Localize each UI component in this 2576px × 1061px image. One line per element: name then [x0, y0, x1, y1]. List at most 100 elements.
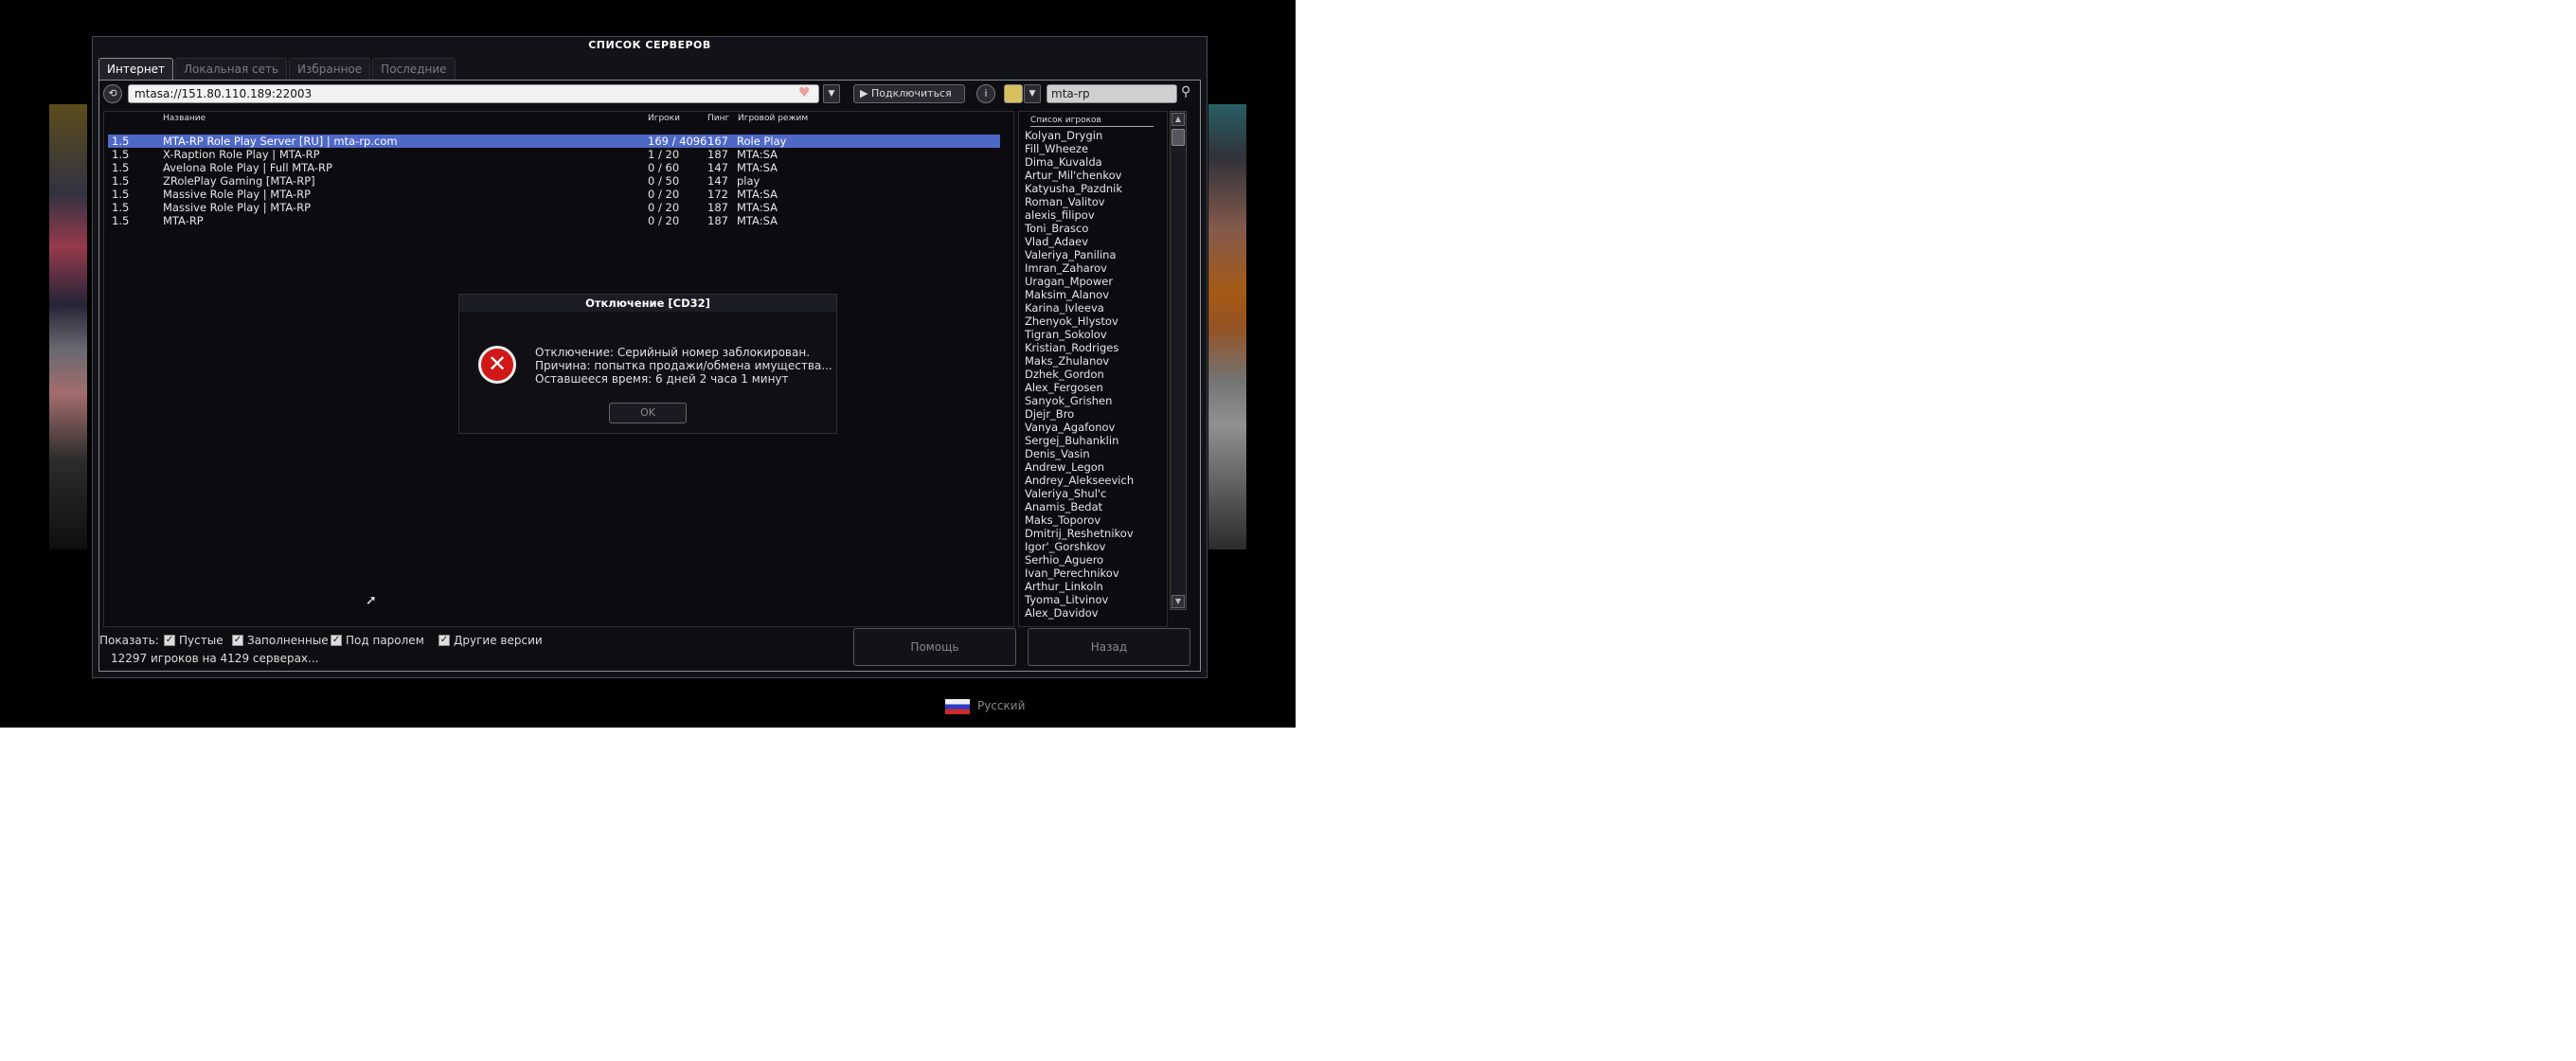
player-list-item[interactable]: Serhio_Aguero	[1025, 553, 1157, 566]
player-list-item[interactable]: Dmitrij_Reshetnikov	[1025, 527, 1157, 540]
server-players: 0 / 60	[648, 161, 680, 174]
player-list-item[interactable]: Ivan_Perechnikov	[1025, 566, 1157, 580]
server-version: 1.5	[112, 148, 130, 161]
dialog-title: Отключение [CD32]	[459, 295, 836, 312]
server-ping: 147	[707, 174, 728, 188]
player-list-item[interactable]: Valeriya_Shul'c	[1025, 487, 1157, 500]
player-list-item[interactable]: Uragan_Mpower	[1025, 275, 1157, 288]
server-players: 0 / 20	[648, 201, 680, 214]
checkbox-locked[interactable]: ✓	[331, 635, 342, 646]
player-list-item[interactable]: Fill_Wheeze	[1025, 142, 1157, 155]
game-background: СПИСОК СЕРВЕРОВ Интернет Локальная сеть …	[0, 0, 1296, 728]
tab-local-network[interactable]: Локальная сеть	[175, 58, 288, 80]
server-version: 1.5	[112, 188, 130, 201]
player-list-item[interactable]: Artur_Mil'chenkov	[1025, 169, 1157, 182]
player-list-item[interactable]: Toni_Brasco	[1025, 222, 1157, 235]
player-list-item[interactable]: Sergej_Buhanklin	[1025, 434, 1157, 447]
refresh-icon[interactable]: ⟲	[103, 84, 122, 103]
tab-favourites[interactable]: Избранное	[289, 58, 371, 80]
tab-internet[interactable]: Интернет	[98, 58, 174, 80]
help-button[interactable]: Помощь	[853, 628, 1016, 666]
player-list-item[interactable]: Andrew_Legon	[1025, 460, 1157, 474]
play-icon: ▶	[860, 87, 868, 99]
tab-bar: Интернет Локальная сеть Избранное Послед…	[98, 58, 456, 80]
player-list-item[interactable]: Arthur_Linkoln	[1025, 580, 1157, 593]
player-list-item[interactable]: Sanyok_Grishen	[1025, 394, 1157, 407]
address-input[interactable]: mtasa://151.80.110.189:22003	[128, 84, 819, 103]
scroll-down-icon[interactable]: ▼	[1172, 595, 1185, 608]
checkbox-other-versions-label[interactable]: Другие версии	[454, 634, 543, 647]
back-button[interactable]: Назад	[1028, 628, 1190, 666]
player-list-item[interactable]: Kristian_Rodriges	[1025, 341, 1157, 354]
player-list-item[interactable]: Vlad_Adaev	[1025, 235, 1157, 248]
server-version: 1.5	[112, 161, 130, 174]
player-list[interactable]: Список игроков Kolyan_Drygin Fill_Wheeze D…	[1018, 111, 1168, 627]
column-header-gamemode[interactable]: Игровой режим	[738, 114, 808, 123]
player-list-item[interactable]: Imran_Zaharov	[1025, 261, 1157, 275]
server-row[interactable]: 1.5 Massive Role Play | MTA-RP 0 / 20 187 MT…	[108, 201, 1000, 214]
server-version: 1.5	[112, 201, 130, 214]
server-name: Massive Role Play | MTA-RP	[163, 201, 312, 214]
server-row[interactable]: 1.5 Massive Role Play | MTA-RP 0 / 20 172 MT…	[108, 188, 1000, 201]
player-list-item[interactable]: Kolyan_Drygin	[1025, 129, 1157, 142]
checkbox-full[interactable]: ✓	[232, 635, 243, 646]
server-row[interactable]: 1.5 Avelona Role Play | Full MTA-RP 0 / 60…	[108, 161, 1000, 174]
server-version: 1.5	[112, 214, 130, 227]
info-icon[interactable]: i	[976, 84, 995, 103]
connect-button[interactable]: ▶ Подключиться	[853, 84, 965, 103]
search-type-dropdown-button[interactable]: ▼	[1024, 84, 1041, 103]
player-list-scrollbar[interactable]: ▲ ▼	[1170, 111, 1187, 610]
checkbox-other-versions[interactable]: ✓	[438, 635, 450, 646]
player-list-item[interactable]: Tyoma_Litvinov	[1025, 593, 1157, 606]
server-version: 1.5	[112, 135, 130, 148]
tab-recent[interactable]: Последние	[372, 58, 456, 80]
server-row[interactable]: 1.5 ZRolePlay Gaming [MTA-RP] 0 / 50 147 pla…	[108, 174, 1000, 188]
disconnect-dialog: Отключение [CD32] ✕ Отключение: Серийный…	[458, 294, 837, 434]
server-gamemode: MTA:SA	[737, 214, 778, 227]
checkbox-empty-label[interactable]: Пустые	[179, 634, 224, 647]
heart-icon[interactable]: ♥	[798, 85, 811, 100]
search-input[interactable]: mta-rp	[1046, 84, 1177, 103]
column-header-ping[interactable]: Пинг	[707, 114, 729, 123]
server-row[interactable]: 1.5 X-Raption Role Play | MTA-RP 1 / 20 187…	[108, 148, 1000, 161]
player-list-item[interactable]: Karina_Ivleeva	[1025, 301, 1157, 315]
scroll-thumb[interactable]	[1172, 129, 1185, 146]
column-header-players[interactable]: Игроки	[648, 114, 680, 123]
column-header-name[interactable]: Название	[163, 114, 206, 123]
server-row[interactable]: 1.5 MTA-RP Role Play Server [RU] | mta-rp…	[108, 135, 1000, 148]
server-gamemode: MTA:SA	[737, 201, 778, 214]
player-list-item[interactable]: Djejr_Bro	[1025, 407, 1157, 421]
player-list-item[interactable]: Maksim_Alanov	[1025, 288, 1157, 301]
checkbox-locked-label[interactable]: Под паролем	[346, 634, 424, 647]
player-list-item[interactable]: Igor'_Gorshkov	[1025, 540, 1157, 553]
player-list-item[interactable]: Vanya_Agafonov	[1025, 421, 1157, 434]
player-list-item[interactable]: Tigran_Sokolov	[1025, 328, 1157, 341]
server-name: MTA-RP	[163, 214, 204, 227]
player-list-item[interactable]: Katyusha_Pazdnik	[1025, 182, 1157, 195]
address-dropdown-button[interactable]: ▼	[823, 84, 840, 103]
player-list-item[interactable]: Maks_Zhulanov	[1025, 354, 1157, 368]
scroll-up-icon[interactable]: ▲	[1172, 113, 1185, 126]
player-list-item[interactable]: Dzhek_Gordon	[1025, 368, 1157, 381]
server-version: 1.5	[112, 174, 130, 188]
player-list-item[interactable]: Roman_Valitov	[1025, 195, 1157, 208]
player-list-item[interactable]: Alex_Davidov	[1025, 606, 1157, 620]
player-list-item[interactable]: Maks_Toporov	[1025, 513, 1157, 527]
player-list-item[interactable]: Alex_Fergosen	[1025, 381, 1157, 394]
player-list-item[interactable]: Denis_Vasin	[1025, 447, 1157, 460]
player-list-item[interactable]: Andrey_Alekseevich	[1025, 474, 1157, 487]
search-icon[interactable]: ⚲	[1181, 84, 1190, 99]
checkbox-full-label[interactable]: Заполненные	[247, 634, 329, 647]
server-name: ZRolePlay Gaming [MTA-RP]	[163, 174, 315, 188]
background-image-strip-right	[1208, 104, 1246, 549]
player-list-item[interactable]: Dima_Kuvalda	[1025, 155, 1157, 169]
player-list-item[interactable]: Anamis_Bedat	[1025, 500, 1157, 513]
player-list-item[interactable]: Valeriya_Panilina	[1025, 248, 1157, 261]
player-list-item[interactable]: alexis_filipov	[1025, 208, 1157, 222]
search-type-icon[interactable]	[1004, 84, 1023, 103]
ok-button[interactable]: OK	[609, 403, 687, 423]
player-list-item[interactable]: Zhenyok_Hlystov	[1025, 315, 1157, 328]
server-row[interactable]: 1.5 MTA-RP 0 / 20 187 MTA:SA	[108, 214, 1000, 227]
player-list-header: Список игроков	[1030, 116, 1154, 127]
checkbox-empty[interactable]: ✓	[164, 635, 175, 646]
